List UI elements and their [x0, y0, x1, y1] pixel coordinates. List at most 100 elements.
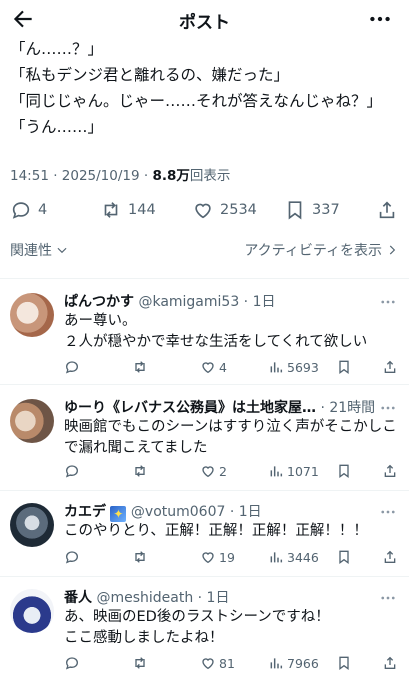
- relevance-sort[interactable]: 関連性: [10, 240, 69, 260]
- sparkle-emoji-icon: ✦: [110, 506, 127, 522]
- reply-icon: [12, 202, 30, 219]
- bookmark-count: 337: [312, 202, 340, 218]
- reply-reply-button[interactable]: [64, 549, 83, 565]
- reply-like-button[interactable]: 4: [200, 359, 227, 375]
- reply-line: で漏れ聞こえてました: [64, 440, 208, 456]
- show-activity-link[interactable]: アクティビティを表示: [244, 240, 399, 260]
- reply-like-button[interactable]: 2: [200, 463, 227, 479]
- view-count: 1071: [287, 463, 319, 479]
- heart-icon: [202, 658, 214, 670]
- reply-line: ここ感動しましたよね！: [64, 630, 224, 646]
- share-icon: [384, 656, 396, 669]
- bookmark-icon: [288, 201, 302, 220]
- repost-button[interactable]: 144: [100, 198, 156, 222]
- page-title: ポスト: [179, 13, 230, 33]
- reply-header: ゆーり《レバナス公務員》は土地家屋… · 21時間: [64, 397, 395, 417]
- reply-button[interactable]: 4: [10, 198, 47, 222]
- reply-text: 映画館でもこのシーンはすすり泣く声がそこかしこ で漏れ聞こえてました: [64, 417, 397, 459]
- reply-line: このやりとり、正解！正解！正解！正解！！！: [64, 523, 368, 539]
- reply-views-button[interactable]: 5693: [268, 359, 319, 375]
- reply-text: あー尊い。 ２人が穏やかで幸せな生活をしてくれて欲しい: [64, 311, 397, 353]
- reply-views-button[interactable]: 3446: [268, 549, 319, 565]
- post-text: 「ん……？」 「私もデンジ君と離れるの、嫌だった」 「同じじゃん。じゃー……それ…: [10, 36, 382, 140]
- reply-share-button[interactable]: [382, 655, 401, 671]
- reply-author-name[interactable]: 番人: [64, 590, 92, 606]
- reply-like-button[interactable]: 81: [200, 655, 235, 671]
- reply-line: あ、映画のED後のラストシーンですね！: [64, 609, 330, 625]
- reply-text: あ、映画のED後のラストシーンですね！ ここ感動しましたよね！: [64, 607, 397, 649]
- reply-reply-button[interactable]: [64, 463, 83, 479]
- reply-reply-button[interactable]: [64, 655, 83, 671]
- bar-chart-icon: [270, 466, 283, 477]
- more-horizontal-icon[interactable]: [367, 6, 393, 32]
- post-timestamp[interactable]: 14:51 · 2025/10/19 ·: [10, 168, 152, 184]
- view-count: 8.8万: [152, 168, 190, 184]
- reply-item[interactable]: ゆーり《レバナス公務員》は土地家屋… · 21時間 映画館でもこのシーンはすすり…: [0, 384, 409, 490]
- top-bar: ポスト: [0, 0, 409, 38]
- reply-actions: 19 3446: [64, 549, 404, 569]
- reply-author-handle: · 21時間: [320, 400, 376, 416]
- view-count-suffix: 回表示: [189, 168, 231, 184]
- show-activity-label: アクティビティを表示: [244, 243, 382, 259]
- bookmark-icon: [339, 360, 349, 374]
- reply-author-name[interactable]: ゆーり《レバナス公務員》は土地家屋…: [64, 400, 316, 416]
- repost-icon: [135, 361, 145, 373]
- reply-author-handle: @kamigami53 · 1日: [138, 294, 276, 310]
- reply-share-button[interactable]: [382, 359, 401, 375]
- reply-bookmark-button[interactable]: [336, 655, 355, 671]
- more-icon[interactable]: [379, 503, 397, 521]
- view-count: 3446: [287, 549, 319, 565]
- avatar[interactable]: [10, 503, 54, 547]
- bookmark-icon: [339, 464, 349, 478]
- share-button[interactable]: [376, 198, 404, 222]
- reply-item[interactable]: カエデ ✦ @votum0607 · 1日 このやりとり、正解！正解！正解！正解…: [0, 490, 409, 576]
- view-count: 5693: [287, 359, 319, 375]
- like-count: 81: [219, 655, 235, 671]
- reply-repost-button[interactable]: [132, 655, 151, 671]
- reply-author-name[interactable]: カエデ: [64, 504, 106, 520]
- reply-header: カエデ ✦ @votum0607 · 1日: [64, 501, 395, 522]
- reply-bookmark-button[interactable]: [336, 359, 355, 375]
- share-icon: [384, 360, 396, 373]
- reply-repost-button[interactable]: [132, 549, 151, 565]
- avatar[interactable]: [10, 589, 54, 633]
- avatar[interactable]: [10, 399, 54, 443]
- like-button[interactable]: 2534: [192, 198, 257, 222]
- post-line: 「ん……？」: [10, 40, 104, 58]
- reply-like-button[interactable]: 19: [200, 549, 235, 565]
- reply-views-button[interactable]: 7966: [268, 655, 319, 671]
- more-icon[interactable]: [379, 399, 397, 417]
- bookmark-button[interactable]: 337: [284, 198, 340, 222]
- reply-header: ぱんつかす @kamigami53 · 1日: [64, 291, 395, 311]
- view-count: 7966: [287, 655, 319, 671]
- more-icon[interactable]: [379, 589, 397, 607]
- reply-share-button[interactable]: [382, 549, 401, 565]
- reply-icon: [65, 465, 79, 478]
- heart-icon: [202, 552, 214, 564]
- reply-share-button[interactable]: [382, 463, 401, 479]
- reply-line: あー尊い。: [64, 313, 137, 329]
- like-count: 2534: [220, 202, 257, 218]
- more-icon[interactable]: [379, 293, 397, 311]
- post-line: 「私もデンジ君と離れるの、嫌だった」: [10, 66, 290, 84]
- reply-item[interactable]: ぱんつかす @kamigami53 · 1日 あー尊い。 ２人が穏やかで幸せな生…: [0, 278, 409, 384]
- bar-chart-icon: [270, 658, 283, 669]
- chevron-right-icon: [389, 245, 396, 255]
- reply-author-name[interactable]: ぱんつかす: [64, 294, 134, 310]
- share-icon: [384, 550, 396, 563]
- reply-bookmark-button[interactable]: [336, 549, 355, 565]
- bar-chart-icon: [270, 362, 283, 373]
- reply-actions: 4 5693: [64, 359, 404, 379]
- repost-icon: [104, 202, 118, 218]
- reply-reply-button[interactable]: [64, 359, 83, 375]
- reply-repost-button[interactable]: [132, 463, 151, 479]
- bar-chart-icon: [270, 552, 283, 563]
- reply-header: 番人 @meshideath · 1日: [64, 587, 395, 607]
- reply-repost-button[interactable]: [132, 359, 151, 375]
- reply-line: ２人が穏やかで幸せな生活をしてくれて欲しい: [64, 334, 368, 350]
- reply-item[interactable]: 番人 @meshideath · 1日 あ、映画のED後のラストシーンですね！ …: [0, 576, 409, 680]
- repost-icon: [135, 465, 145, 477]
- avatar[interactable]: [10, 293, 54, 337]
- reply-bookmark-button[interactable]: [336, 463, 355, 479]
- reply-views-button[interactable]: 1071: [268, 463, 319, 479]
